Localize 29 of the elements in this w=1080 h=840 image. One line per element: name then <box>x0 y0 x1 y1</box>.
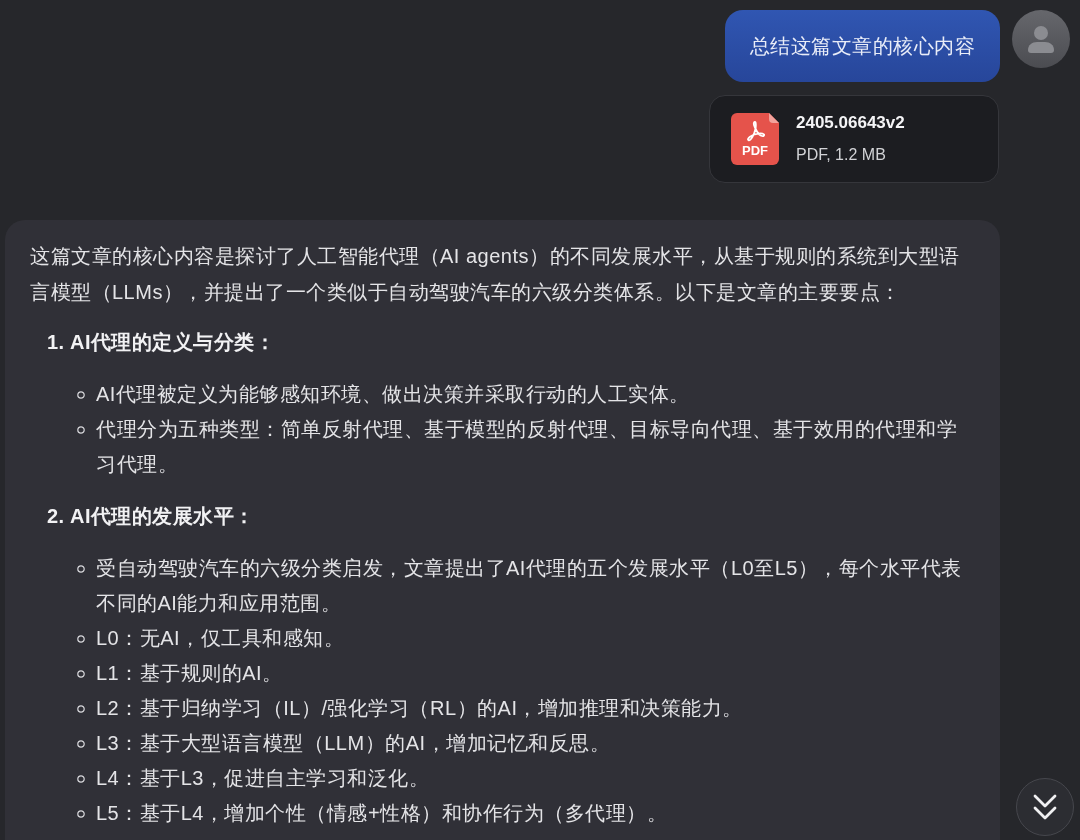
pdf-file-icon <box>731 113 779 165</box>
bullet-text: 代理分为五种类型：简单反射代理、基于模型的反射代理、目标导向代理、基于效用的代理和学习代理。 <box>96 417 958 477</box>
bullet-text: L0：无AI，仅工具和感知。 <box>96 626 345 651</box>
bullet-text: AI代理被定义为能够感知环境、做出决策并采取行动的人工实体。 <box>96 382 690 407</box>
section-heading: 1. AI代理的定义与分类： <box>47 330 277 355</box>
bullet-icon <box>77 705 85 713</box>
user-message: 总结这篇文章的核心内容 <box>724 10 1000 82</box>
bullet-icon <box>77 740 85 748</box>
bullet-icon <box>77 670 85 678</box>
file-name: 2405.06643v2 <box>796 112 905 134</box>
bullet-text: L1：基于规则的AI。 <box>96 661 283 686</box>
bullet-text: L5：基于L4，增加个性（情感+性格）和协作行为（多代理）。 <box>96 801 668 826</box>
bullet-text: 受自动驾驶汽车的六级分类启发，文章提出了AI代理的五个发展水平（L0至L5），每个水平代表不同的AI能力和应用范围。 <box>96 556 963 616</box>
bullet-icon <box>77 565 85 573</box>
answer-paragraph: 这篇文章的核心内容是探讨了人工智能代理（AI agents）的不同发展水平，从基于规则的系统到大型语言模型（LLMs），并提出了一个类似于自动驾驶汽车的六级分类体系。以下是文章的主要要点： <box>30 244 961 305</box>
bullet-icon <box>77 810 85 818</box>
section-heading: 2. AI代理的发展水平： <box>47 504 256 529</box>
file-type-label: PDF <box>742 144 768 158</box>
bullet-text: L3：基于大型语言模型（LLM）的AI，增加记忆和反思。 <box>96 731 611 756</box>
bullet-icon <box>77 426 85 434</box>
bullet-text: L4：基于L3，促进自主学习和泛化。 <box>96 766 430 791</box>
chevrons-down-icon <box>1033 794 1057 820</box>
bullet-text: L2：基于归纳学习（IL）/强化学习（RL）的AI，增加推理和决策能力。 <box>96 696 743 721</box>
bullet-icon <box>77 775 85 783</box>
attachment-card[interactable]: PDF 2405.06643v2 PDF, 1.2 MB <box>709 95 999 183</box>
bullet-icon <box>77 391 85 399</box>
avatar-icon <box>1012 10 1070 68</box>
bullet-icon <box>77 635 85 643</box>
file-meta: PDF, 1.2 MB <box>796 145 887 165</box>
